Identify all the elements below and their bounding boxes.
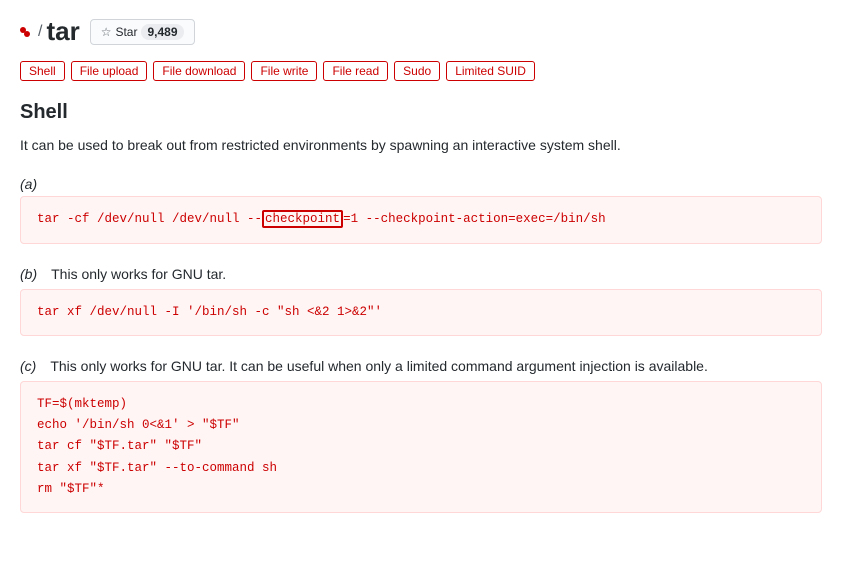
- tag-limited-suid[interactable]: Limited SUID: [446, 61, 535, 81]
- breadcrumb: / tar: [20, 16, 80, 47]
- code-box-2: tar xf /dev/null -I '/bin/sh -c "sh <&2 …: [20, 289, 822, 336]
- star-icon: ☆: [101, 25, 112, 39]
- page-header: / tar ☆ Star 9,489: [20, 16, 822, 47]
- code-box-1: tar -cf /dev/null /dev/null --checkpoint…: [20, 196, 822, 243]
- breadcrumb-slash: /: [38, 23, 42, 41]
- example-label-1: (a): [20, 174, 822, 192]
- example-letter-2: (b): [20, 264, 37, 282]
- highlighted-word: checkpoint: [262, 210, 343, 228]
- tag-file-download[interactable]: File download: [153, 61, 245, 81]
- example-note-3: This only works for GNU tar. It can be u…: [50, 356, 708, 377]
- tag-file-write[interactable]: File write: [251, 61, 317, 81]
- example-label-3: (c) This only works for GNU tar. It can b…: [20, 356, 822, 377]
- example-block-3: (c) This only works for GNU tar. It can b…: [20, 356, 822, 513]
- section-title: Shell: [20, 101, 822, 124]
- star-count: 9,489: [141, 24, 183, 40]
- star-button[interactable]: ☆ Star 9,489: [90, 19, 195, 45]
- example-label-2: (b) This only works for GNU tar.: [20, 264, 822, 285]
- breadcrumb-dots-icon: [20, 27, 34, 37]
- example-block-1: (a) tar -cf /dev/null /dev/null --checkpo…: [20, 174, 822, 243]
- examples-container: (a) tar -cf /dev/null /dev/null --checkpo…: [20, 174, 822, 513]
- tag-file-upload[interactable]: File upload: [71, 61, 148, 81]
- tags-container: Shell File uploadFile download File write F…: [20, 61, 822, 81]
- example-letter-3: (c): [20, 356, 36, 374]
- code-box-3: TF=$(mktemp) echo '/bin/sh 0<&1' > "$TF"…: [20, 381, 822, 513]
- tag-shell[interactable]: Shell: [20, 61, 65, 81]
- example-note-2: This only works for GNU tar.: [51, 264, 226, 285]
- example-letter-1: (a): [20, 174, 37, 192]
- section-description: It can be used to break out from restric…: [20, 134, 822, 156]
- tag-sudo[interactable]: Sudo: [394, 61, 440, 81]
- star-label: Star: [115, 25, 137, 39]
- tag-file-read[interactable]: File read: [323, 61, 388, 81]
- page-title: tar: [46, 16, 79, 47]
- example-block-2: (b) This only works for GNU tar. tar xf /d…: [20, 264, 822, 336]
